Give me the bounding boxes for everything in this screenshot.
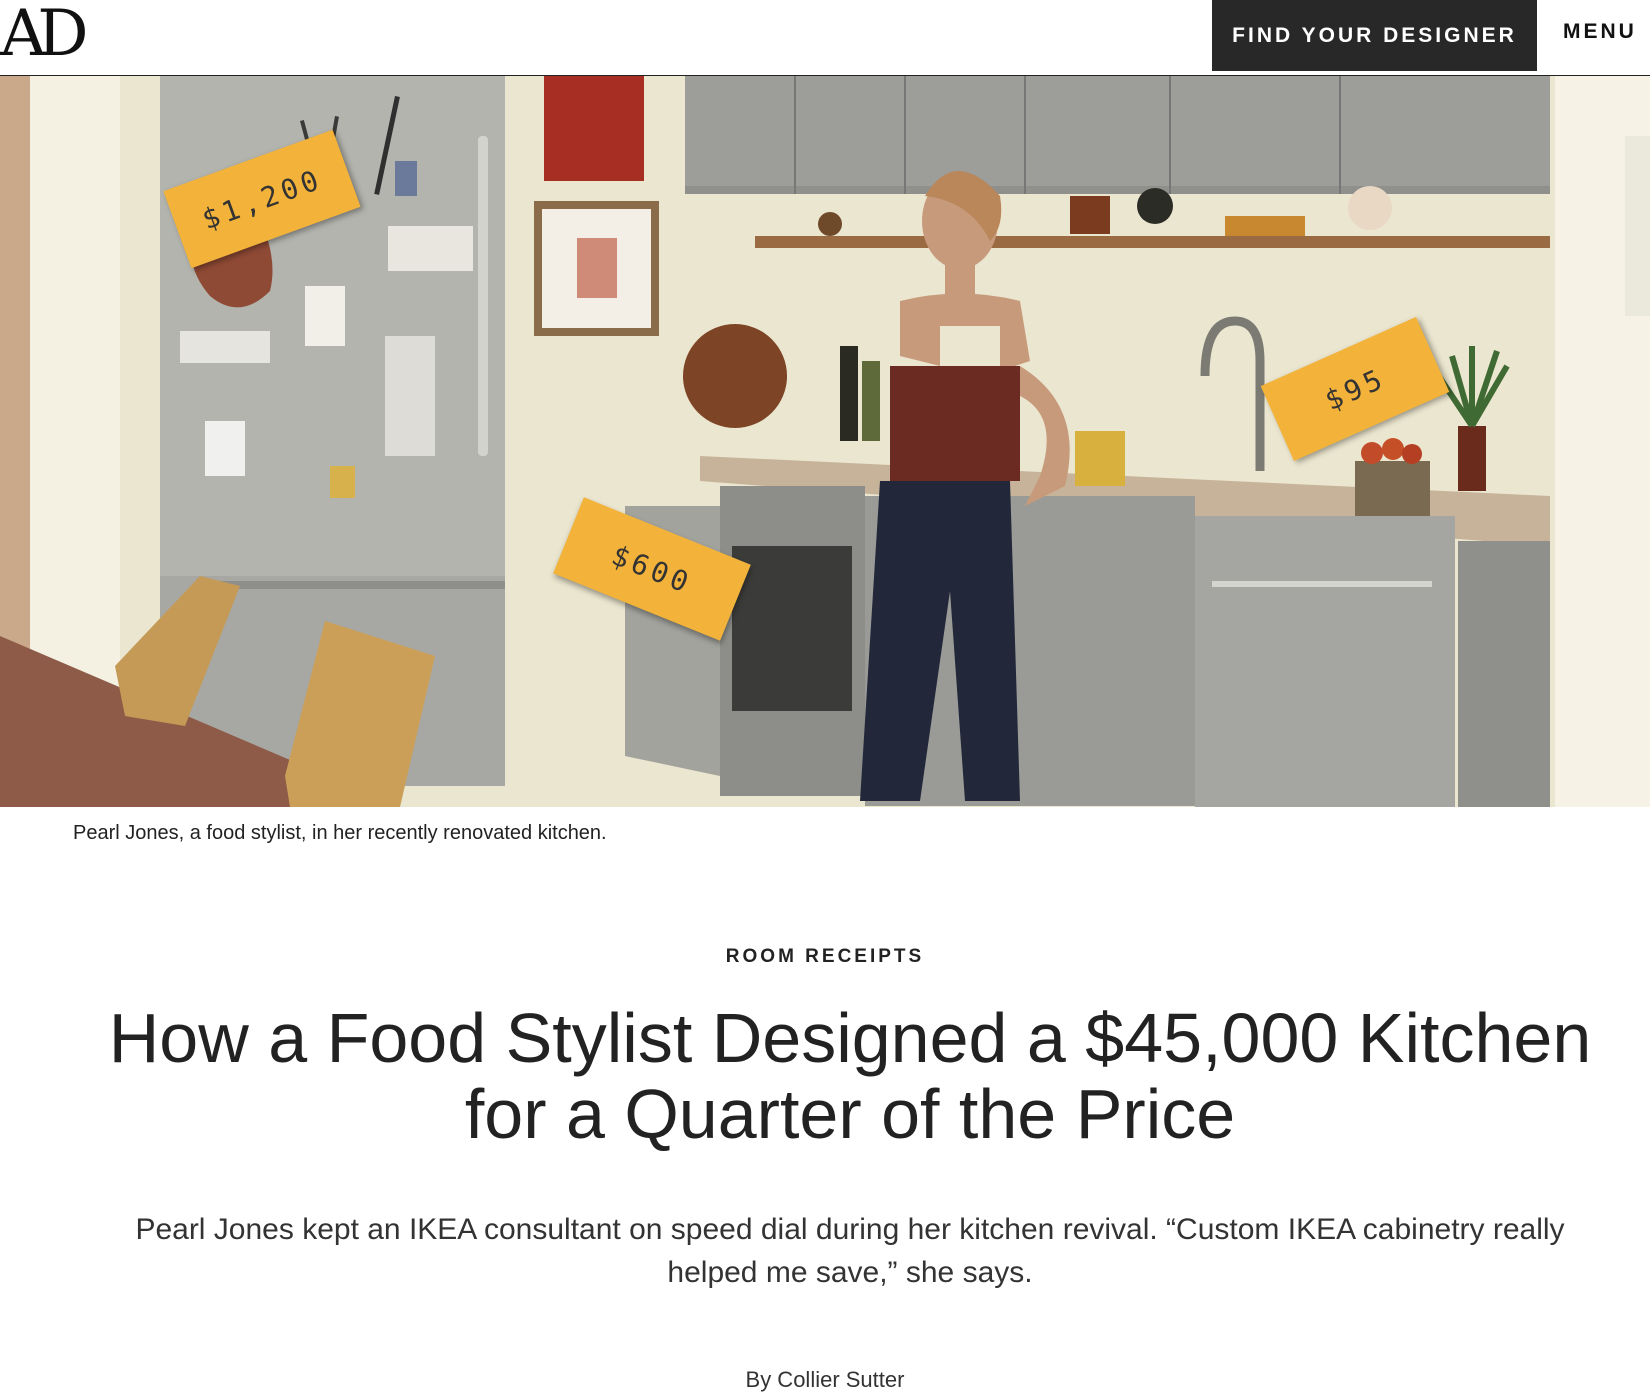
image-caption: Pearl Jones, a food stylist, in her rece… <box>73 822 607 844</box>
hero-image: $1,200 $600 $95 <box>0 76 1650 807</box>
rubric-link[interactable]: ROOM RECEIPTS <box>0 946 1650 968</box>
site-header: AD FIND YOUR DESIGNER MENU <box>0 0 1650 76</box>
article-dek: Pearl Jones kept an IKEA consultant on s… <box>135 1213 1565 1289</box>
ad-logo[interactable]: AD <box>0 2 88 66</box>
article-headline: How a Food Stylist Designed a $45,000 Ki… <box>108 999 1592 1153</box>
byline[interactable]: By Collier Sutter <box>0 1367 1650 1393</box>
menu-button[interactable]: MENU <box>1563 0 1637 64</box>
find-your-designer-button[interactable]: FIND YOUR DESIGNER <box>1212 0 1537 71</box>
